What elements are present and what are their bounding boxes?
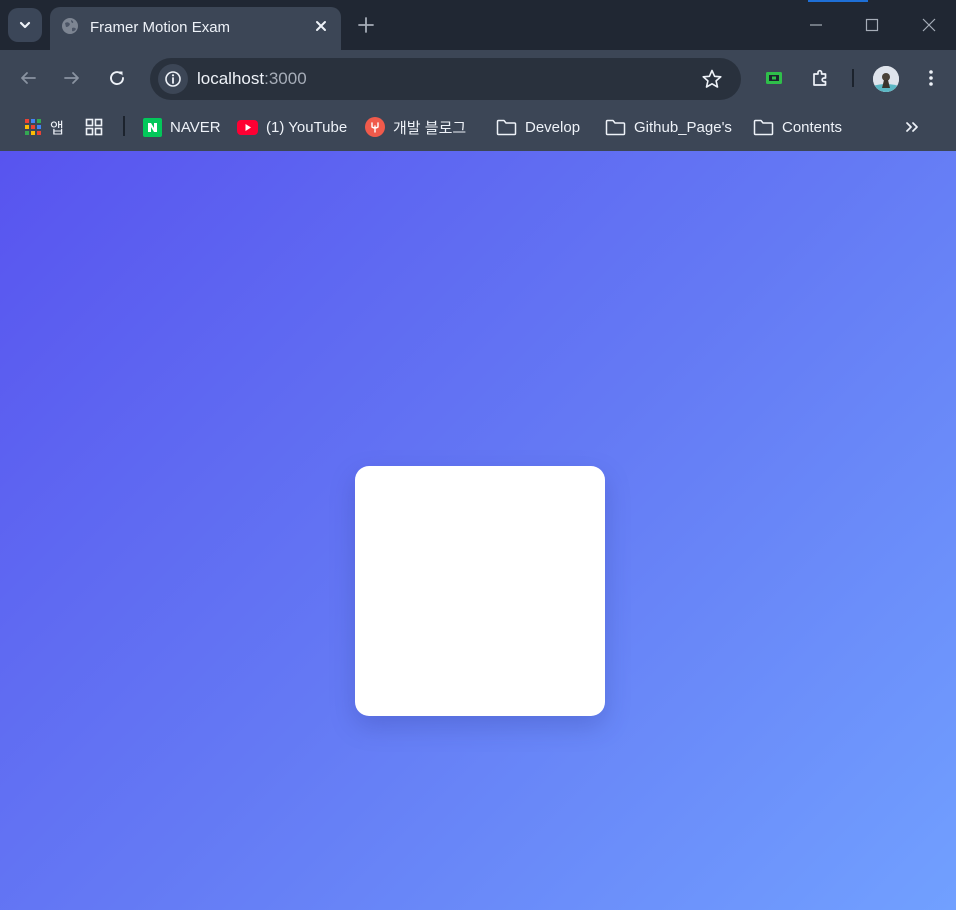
profile-avatar[interactable]: [873, 66, 899, 92]
tab-close-button[interactable]: [311, 16, 331, 36]
apps-grid-icon: [25, 119, 41, 135]
tab-groups-icon: [85, 118, 103, 136]
browser-menu-button[interactable]: [918, 65, 944, 91]
bookmark-label: 개발 블로그: [393, 119, 467, 137]
reload-icon: [110, 71, 124, 85]
page-viewport: [0, 151, 956, 910]
url-port: :3000: [264, 69, 307, 88]
url-host: localhost: [197, 69, 265, 88]
bookmarks-divider: [123, 116, 125, 136]
maximize-icon: [865, 18, 879, 32]
bookmark-naver[interactable]: NAVER: [143, 114, 221, 140]
window-accent: [808, 0, 868, 2]
bookmark-label: Contents: [782, 118, 843, 136]
youtube-icon: [237, 119, 258, 135]
arrow-right-icon: [64, 72, 79, 84]
bookmark-folder-contents[interactable]: Contents: [753, 114, 842, 140]
extensions-menu-button[interactable]: [807, 65, 833, 91]
bookmark-folder-develop[interactable]: Develop: [496, 114, 580, 140]
back-button[interactable]: [15, 65, 41, 91]
minimize-icon: [810, 24, 822, 26]
forward-button[interactable]: [59, 65, 85, 91]
tab-strip: Framer Motion Exam: [0, 0, 956, 50]
browser-toolbar: localhost:3000: [0, 50, 956, 106]
bookmarks-bar: 앱 NAVER (1) YouTube 개발 블로그 Develop Githu…: [0, 106, 956, 151]
bookmark-apps[interactable]: 앱: [24, 114, 64, 140]
toolbar-divider: [852, 69, 854, 87]
reload-button[interactable]: [104, 65, 130, 91]
url-text: localhost:3000: [197, 69, 307, 89]
double-chevron-right-icon: [906, 122, 918, 132]
naver-icon: [143, 117, 162, 137]
bookmarks-overflow-button[interactable]: [904, 114, 920, 140]
tab-search-button[interactable]: [8, 8, 42, 42]
bookmark-label: (1) YouTube: [266, 118, 348, 136]
bookmark-star-icon[interactable]: [701, 68, 723, 90]
bookmark-label: 앱: [50, 119, 64, 137]
close-icon: [922, 18, 936, 32]
motion-box[interactable]: [355, 466, 605, 716]
new-tab-button[interactable]: [354, 13, 378, 37]
folder-icon: [605, 119, 626, 135]
address-bar[interactable]: localhost:3000: [150, 58, 741, 100]
blog-icon: [365, 117, 385, 137]
arrow-left-icon: [21, 72, 36, 84]
bookmark-blog[interactable]: 개발 블로그: [365, 114, 466, 140]
kebab-menu-icon: [929, 70, 933, 86]
minimize-button[interactable]: [803, 12, 829, 38]
folder-icon: [753, 119, 774, 135]
plus-icon: [358, 17, 374, 33]
active-tab[interactable]: Framer Motion Exam: [50, 7, 341, 50]
bookmark-label: NAVER: [170, 118, 221, 136]
extension-badge-icon: [766, 72, 782, 84]
maximize-button[interactable]: [859, 12, 885, 38]
close-icon: [316, 21, 326, 31]
chevron-down-icon: [19, 21, 31, 29]
folder-icon: [496, 119, 517, 135]
tab-title: Framer Motion Exam: [90, 19, 231, 36]
site-info-button[interactable]: [158, 64, 188, 94]
globe-icon: [62, 18, 78, 34]
extension-button[interactable]: [761, 65, 787, 91]
bookmark-youtube[interactable]: (1) YouTube: [237, 114, 347, 140]
window-close-button[interactable]: [916, 12, 942, 38]
tab-groups-button[interactable]: [85, 114, 103, 140]
bookmark-folder-github-pages[interactable]: Github_Page's: [605, 114, 732, 140]
info-icon: [165, 71, 181, 87]
bookmark-label: Develop: [525, 118, 581, 136]
puzzle-icon: [813, 69, 827, 86]
bookmark-label: Github_Page's: [634, 118, 732, 136]
avatar-icon: [873, 66, 899, 92]
